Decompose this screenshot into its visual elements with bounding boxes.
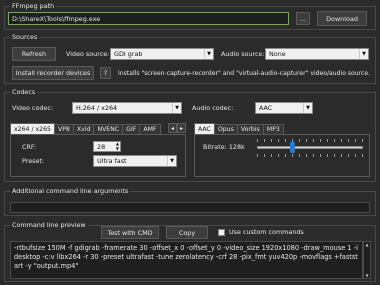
slider-ticks-bottom [257, 154, 363, 157]
slider-ticks-top [257, 139, 363, 142]
crf-input[interactable]: 28 ▲ ▼ [93, 141, 121, 152]
slider-track [257, 146, 363, 149]
additional-args-title: Additional command line arguments [10, 187, 131, 196]
ffmpeg-path-input[interactable]: D:\ShareX\Tools\ffmpeg.exe [8, 12, 289, 25]
video-source-label: Video source: [66, 50, 110, 58]
tab-vp8[interactable]: VP8 [53, 124, 74, 134]
command-preview-text[interactable]: -rtbufsize 150M -f gdigrab -framerate 30… [10, 241, 363, 279]
slider-thumb[interactable] [290, 142, 295, 153]
tab-gif[interactable]: GIF [122, 124, 141, 134]
video-source-select[interactable]: GDI grab ▼ [110, 48, 214, 60]
chevron-down-icon: ▼ [172, 103, 181, 113]
codecs-title: Codecs [10, 88, 38, 97]
video-codec-tabs: x264 / x265 VP8 Xvid NVENC GIF AMF [10, 123, 161, 134]
chevron-down-icon: ▼ [359, 49, 368, 59]
additional-args-input[interactable] [10, 202, 370, 213]
use-custom-commands-checkbox[interactable] [218, 229, 225, 236]
bitrate-slider[interactable] [257, 139, 363, 157]
tab-xvid[interactable]: Xvid [72, 124, 95, 134]
chevron-down-icon: ▼ [167, 156, 176, 166]
audio-codec-tabs: AAC Opus Vorbis MP3 [194, 123, 284, 134]
tab-opus[interactable]: Opus [213, 124, 238, 134]
command-preview-title: Command line preview [10, 221, 88, 230]
crf-value: 28 [97, 142, 106, 151]
audio-codec-select[interactable]: AAC ▼ [255, 102, 313, 114]
tab-x264[interactable]: x264 / x265 [10, 123, 55, 134]
preset-label: Preset: [22, 157, 45, 165]
browse-button[interactable]: ... [296, 12, 310, 25]
scrollbar-track[interactable]: ▲ ▼ [363, 241, 371, 279]
refresh-button[interactable]: Refresh [12, 47, 56, 61]
install-note: Installs "screen-capture-recorder" and "… [118, 70, 371, 77]
scroll-down-icon[interactable]: ▼ [364, 273, 370, 278]
copy-button[interactable]: Copy [166, 226, 208, 239]
tab-scroll-left-button[interactable]: ◂ [168, 123, 177, 133]
crf-label: CRF: [22, 143, 37, 151]
scroll-up-icon[interactable]: ▲ [364, 242, 370, 247]
tab-amf[interactable]: AMF [139, 124, 161, 134]
video-codec-value: H.264 / x264 [76, 104, 118, 112]
video-codec-select[interactable]: H.264 / x264 ▼ [72, 102, 182, 114]
test-with-cmd-button[interactable]: Test with CMD [101, 226, 159, 239]
ffmpeg-path-title: FFmpeg path [10, 2, 57, 11]
install-recorder-button[interactable]: Install recorder devices [12, 66, 94, 80]
audio-source-label: Audio source: [221, 50, 265, 58]
video-source-value: GDI grab [114, 50, 143, 58]
sources-title: Sources [10, 33, 40, 42]
audio-source-select[interactable]: None ▼ [265, 48, 369, 60]
stepper-icon: ▲ ▼ [115, 141, 119, 151]
tab-scroll-right-button[interactable]: ▸ [177, 123, 186, 133]
chevron-down-icon: ▼ [204, 49, 213, 59]
chevron-down-icon: ▼ [303, 103, 312, 113]
tab-vorbis[interactable]: Vorbis [236, 124, 264, 134]
preset-select[interactable]: Ultra fast ▼ [93, 155, 177, 167]
audio-codec-label: Audio codec: [192, 104, 234, 112]
download-button[interactable]: Download [317, 11, 367, 26]
use-custom-commands-label: Use custom commands [229, 228, 304, 236]
tab-mp3[interactable]: MP3 [262, 124, 284, 134]
preset-value: Ultra fast [97, 157, 127, 165]
video-codec-label: Video codec: [12, 104, 54, 112]
audio-source-value: None [269, 50, 286, 58]
audio-codec-value: AAC [259, 104, 273, 112]
tab-aac[interactable]: AAC [194, 123, 215, 134]
help-button[interactable]: ? [100, 67, 111, 79]
bitrate-label: Bitrate: 128k [203, 143, 245, 151]
tab-nvenc[interactable]: NVENC [93, 124, 124, 134]
